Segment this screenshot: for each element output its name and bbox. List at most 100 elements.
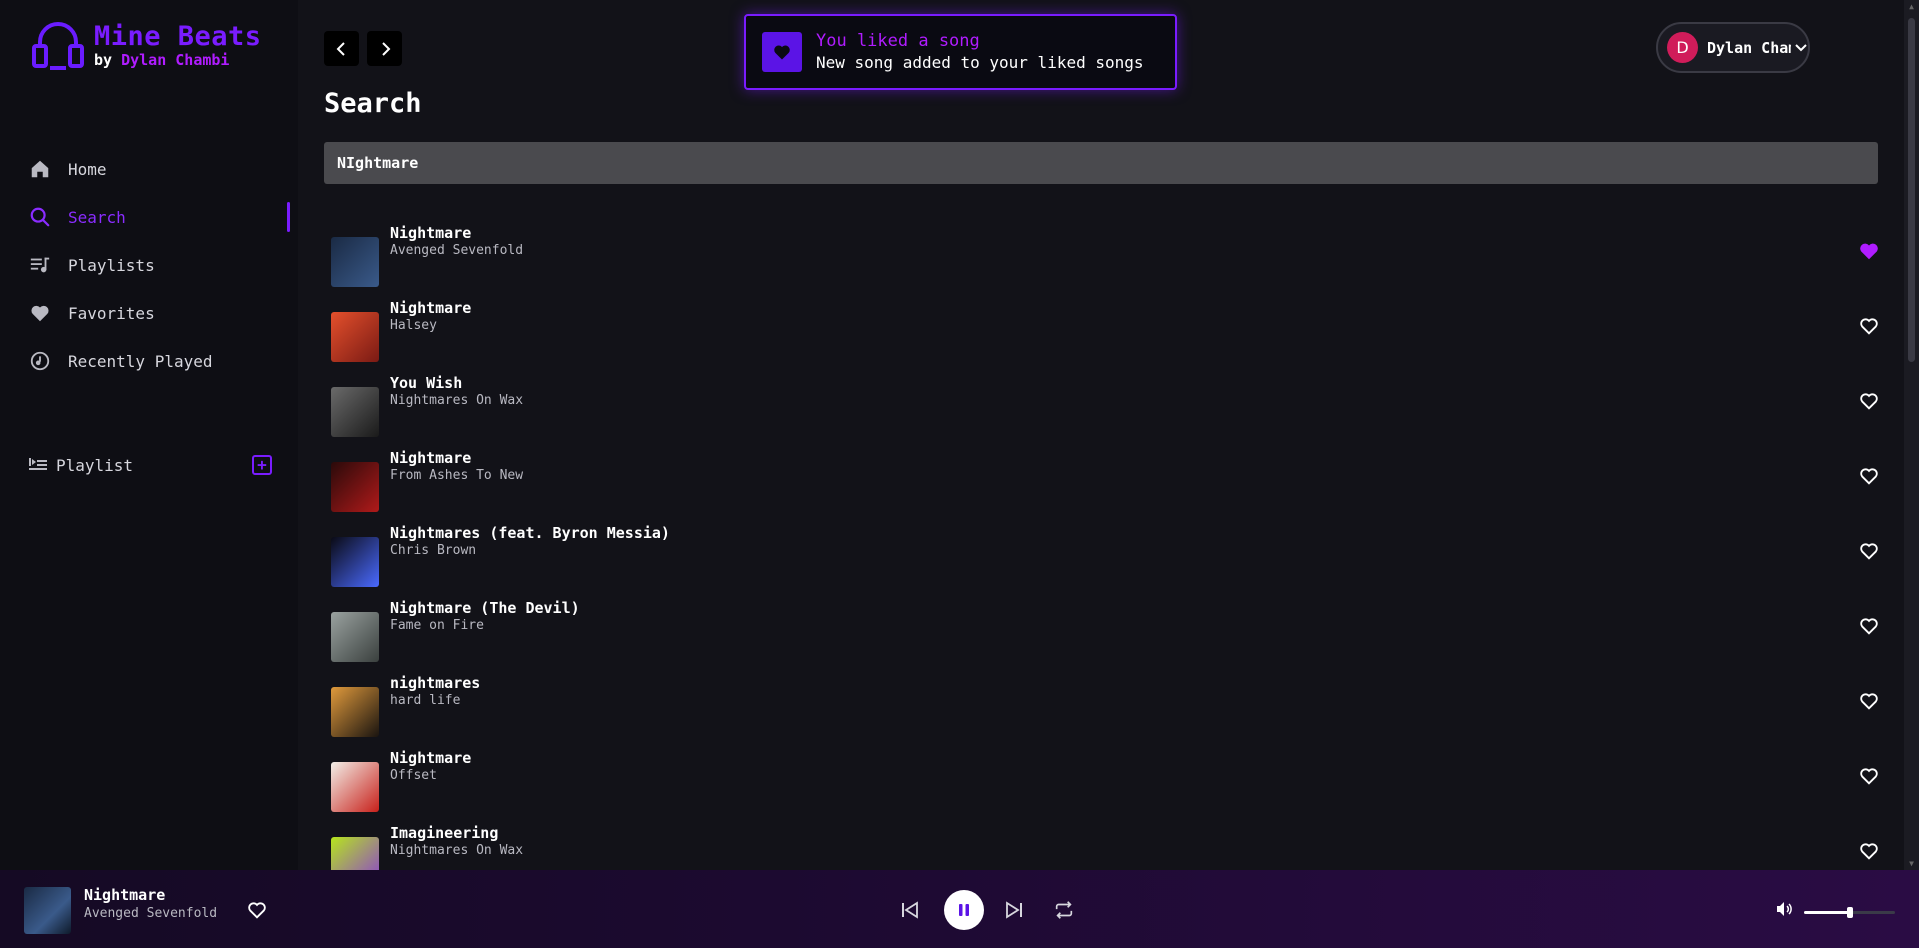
song-title: You Wish	[390, 374, 463, 392]
sidebar-item-label: Favorites	[68, 303, 155, 323]
volume-slider[interactable]	[1804, 907, 1895, 918]
volume-slider-fill	[1804, 911, 1850, 914]
playlist-icon	[29, 254, 51, 276]
heart-outline-icon[interactable]	[1857, 314, 1881, 338]
scroll-up-arrow-icon[interactable]: ▲	[1907, 2, 1916, 11]
app-author: Dylan Chambi	[121, 51, 230, 69]
song-row[interactable]: You Wish Nightmares On Wax	[331, 374, 1881, 449]
song-row[interactable]: Nightmare Halsey	[331, 299, 1881, 374]
song-row[interactable]: Nightmare Avenged Sevenfold	[331, 224, 1881, 299]
song-title: Imagineering	[390, 824, 499, 842]
sidebar-item-search[interactable]: Search	[0, 193, 298, 241]
avatar: D	[1667, 32, 1698, 63]
now-playing-cover	[24, 887, 71, 934]
pause-icon	[959, 904, 969, 916]
notification-toast: You liked a song New song added to your …	[744, 14, 1177, 90]
playlist-list-icon	[29, 458, 47, 470]
song-cover	[331, 536, 379, 587]
add-playlist-button[interactable]: +	[252, 455, 272, 475]
song-info: You Wish Nightmares On Wax	[390, 374, 523, 410]
sidebar-item-recently-played[interactable]: Recently Played	[0, 337, 298, 385]
heart-outline-icon[interactable]	[1857, 839, 1881, 863]
pause-button[interactable]	[944, 890, 984, 930]
song-cover	[331, 686, 379, 737]
scrollbar[interactable]: ▲ ▼	[1904, 0, 1919, 870]
sidebar-item-playlists[interactable]: Playlists	[0, 241, 298, 289]
now-playing-title[interactable]: Nightmare	[84, 886, 165, 904]
playback-controls	[898, 890, 1076, 930]
chevron-left-icon	[336, 41, 345, 56]
search-results-list: Nightmare Avenged Sevenfold Nightmare Halse…	[331, 224, 1881, 899]
like-now-playing-button[interactable]	[246, 899, 268, 925]
heart-icon	[29, 302, 51, 324]
song-cover	[331, 311, 379, 362]
song-cover	[331, 386, 379, 437]
heart-outline-icon[interactable]	[1857, 764, 1881, 788]
song-title: Nightmare	[390, 224, 472, 242]
forward-button[interactable]	[367, 31, 402, 66]
song-row[interactable]: nightmares hard life	[331, 674, 1881, 749]
song-row[interactable]: Nightmares (feat. Byron Messia) Chris Bro…	[331, 524, 1881, 599]
volume-button[interactable]	[1775, 900, 1793, 922]
song-row[interactable]: Nightmare (The Devil) Fame on Fire	[331, 599, 1881, 674]
sidebar-item-label: Playlists	[68, 255, 155, 275]
heart-outline-icon[interactable]	[1857, 464, 1881, 488]
chevron-right-icon	[381, 41, 390, 56]
song-info: nightmares hard life	[390, 674, 480, 710]
search-input[interactable]	[337, 154, 1878, 172]
song-artist: Avenged Sevenfold	[390, 243, 524, 258]
heart-outline-icon[interactable]	[1857, 614, 1881, 638]
sidebar-item-favorites[interactable]: Favorites	[0, 289, 298, 337]
toast-message: New song added to your liked songs	[816, 53, 1144, 72]
song-row[interactable]: Nightmare Offset	[331, 749, 1881, 824]
heart-outline-icon[interactable]	[1857, 389, 1881, 413]
app-name: Mine Beats	[94, 21, 262, 52]
history-nav	[324, 31, 402, 66]
app-logo[interactable]: Mine Beats by Dylan Chambi	[30, 18, 262, 74]
next-icon	[1006, 901, 1022, 919]
user-menu-button[interactable]: D Dylan Chambi F	[1656, 22, 1810, 73]
now-playing-artist[interactable]: Avenged Sevenfold	[84, 906, 217, 921]
song-info: Nightmare From Ashes To New	[390, 449, 523, 485]
song-title: Nightmare (The Devil)	[390, 599, 580, 617]
song-title: nightmares	[390, 674, 481, 692]
search-icon	[29, 206, 51, 228]
song-cover	[331, 461, 379, 512]
song-info: Nightmare Avenged Sevenfold	[390, 224, 523, 260]
song-cover	[331, 236, 379, 287]
repeat-icon	[1055, 901, 1073, 919]
player-bar: Nightmare Avenged Sevenfold	[0, 870, 1919, 948]
song-row[interactable]: Nightmare From Ashes To New	[331, 449, 1881, 524]
sidebar-item-label: Recently Played	[68, 351, 213, 371]
home-icon	[29, 158, 51, 180]
heart-outline-icon	[248, 902, 266, 919]
sidebar-item-home[interactable]: Home	[0, 145, 298, 193]
volume-slider-handle[interactable]	[1847, 907, 1853, 918]
heart-outline-icon[interactable]	[1857, 539, 1881, 563]
search-box[interactable]	[324, 142, 1878, 184]
song-artist: Nightmares On Wax	[390, 393, 524, 408]
song-info: Nightmares (feat. Byron Messia) Chris Bro…	[390, 524, 670, 560]
scroll-thumb[interactable]	[1908, 18, 1915, 362]
previous-button[interactable]	[898, 898, 922, 922]
back-button[interactable]	[324, 31, 359, 66]
chevron-down-icon	[1795, 43, 1807, 51]
song-info: Nightmare Offset	[390, 749, 471, 785]
playlist-section-label: Playlist	[56, 455, 134, 475]
sidebar-nav: Home Search Playlists Favorites Recently…	[0, 145, 298, 385]
song-artist: Chris Brown	[390, 543, 477, 558]
heart-outline-icon[interactable]	[1857, 689, 1881, 713]
toast-title: You liked a song	[816, 31, 980, 51]
scroll-down-arrow-icon[interactable]: ▼	[1907, 859, 1916, 868]
app-byline: by Dylan Chambi	[94, 51, 262, 69]
next-button[interactable]	[1002, 898, 1026, 922]
song-artist: hard life	[390, 693, 461, 708]
song-artist: Nightmares On Wax	[390, 843, 524, 858]
repeat-button[interactable]	[1052, 898, 1076, 922]
song-title: Nightmares (feat. Byron Messia)	[390, 524, 670, 542]
song-cover	[331, 761, 379, 812]
sidebar-item-label: Search	[68, 207, 126, 227]
song-cover	[331, 611, 379, 662]
playlist-section[interactable]: Playlist +	[29, 452, 272, 478]
heart-filled-icon[interactable]	[1857, 239, 1881, 263]
